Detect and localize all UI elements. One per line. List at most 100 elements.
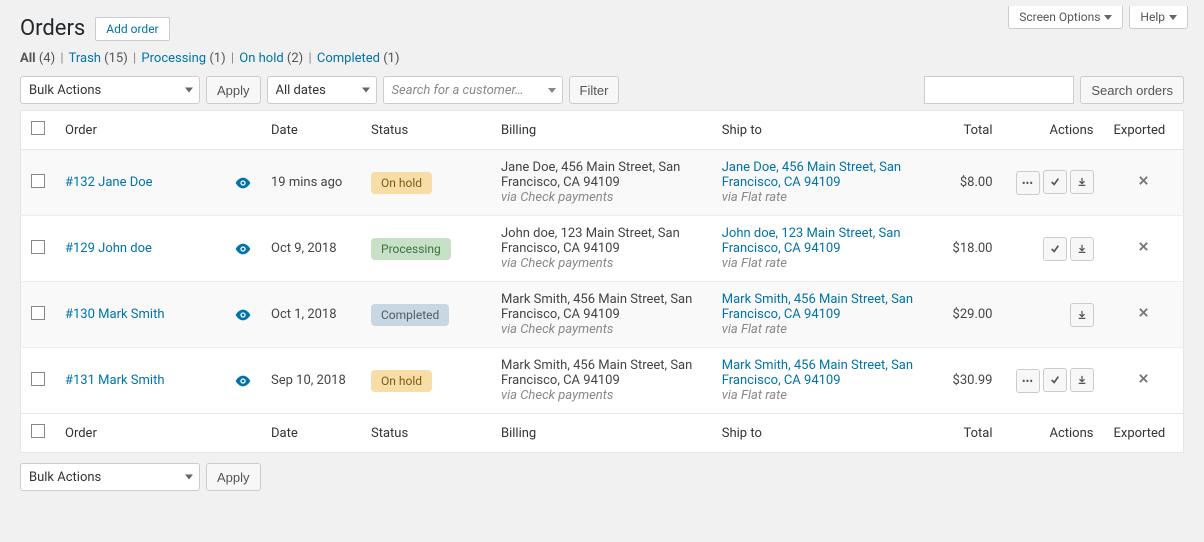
bulk-actions-select-bottom[interactable]: Bulk Actions <box>20 463 200 491</box>
select-all-checkbox-foot[interactable] <box>31 424 45 438</box>
table-row: #130 Mark Smith Oct 1, 2018 Completed Mark … <box>21 282 1184 348</box>
status-filters: All (4) | Trash (15) | Processing (1) | … <box>20 51 1184 66</box>
download-button[interactable] <box>1070 303 1094 327</box>
download-button[interactable] <box>1070 368 1094 392</box>
not-exported-icon <box>1138 373 1149 388</box>
apply-button-top[interactable]: Apply <box>206 76 261 104</box>
filter-processing[interactable]: Processing <box>141 51 206 66</box>
bulk-actions-label-bottom: Bulk Actions <box>29 470 101 485</box>
not-exported-icon <box>1138 307 1149 322</box>
filter-all-label[interactable]: All <box>20 51 36 66</box>
col-shipto-foot: Ship to <box>712 414 933 453</box>
col-date[interactable]: Date <box>261 111 361 150</box>
billing-cell: Mark Smith, 456 Main Street, San Francis… <box>491 348 712 414</box>
order-total: $30.99 <box>933 348 1003 414</box>
bulk-actions-label: Bulk Actions <box>29 83 101 98</box>
col-status: Status <box>361 111 491 150</box>
shipto-link[interactable]: Mark Smith, 456 Main Street, San Francis… <box>722 358 913 388</box>
order-date: Oct 1, 2018 <box>261 282 361 348</box>
eye-icon[interactable] <box>235 309 251 321</box>
search-orders-button[interactable]: Search orders <box>1080 76 1184 104</box>
add-order-button[interactable]: Add order <box>95 17 169 41</box>
shipto-link[interactable]: John doe, 123 Main Street, San Francisco… <box>722 226 901 256</box>
caret-down-icon <box>362 88 370 93</box>
help-button[interactable]: Help <box>1129 6 1188 29</box>
eye-icon[interactable] <box>235 177 251 189</box>
more-actions-button[interactable]: ••• <box>1016 369 1040 393</box>
caret-down-icon <box>1104 15 1112 20</box>
col-date-foot[interactable]: Date <box>261 414 361 453</box>
col-order-foot[interactable]: Order <box>55 414 261 453</box>
filter-onhold[interactable]: On hold <box>239 51 283 66</box>
filter-trash[interactable]: Trash <box>69 51 101 66</box>
shipto-cell: Jane Doe, 456 Main Street, San Francisco… <box>712 150 933 216</box>
page-title: Orders <box>20 16 85 41</box>
apply-button-bottom[interactable]: Apply <box>206 463 261 491</box>
status-badge: Processing <box>371 238 451 260</box>
caret-down-icon <box>185 88 193 93</box>
customer-search-placeholder: Search for a customer… <box>392 83 524 98</box>
status-badge: On hold <box>371 370 432 392</box>
not-exported-icon <box>1138 241 1149 256</box>
order-link[interactable]: #131 Mark Smith <box>65 373 164 388</box>
order-date: Sep 10, 2018 <box>261 348 361 414</box>
status-badge: Completed <box>371 304 449 326</box>
select-all-checkbox[interactable] <box>31 121 45 135</box>
shipto-cell: John doe, 123 Main Street, San Francisco… <box>712 216 933 282</box>
orders-search-input[interactable] <box>924 76 1074 104</box>
shipto-link[interactable]: Jane Doe, 456 Main Street, San Francisco… <box>722 160 901 190</box>
col-total[interactable]: Total <box>933 111 1003 150</box>
download-button[interactable] <box>1070 237 1094 261</box>
eye-icon[interactable] <box>235 243 251 255</box>
bulk-actions-select[interactable]: Bulk Actions <box>20 76 200 104</box>
complete-order-button[interactable] <box>1043 368 1067 392</box>
col-status-foot: Status <box>361 414 491 453</box>
status-badge: On hold <box>371 172 432 194</box>
table-row: #132 Jane Doe 19 mins ago On hold Jane Doe,… <box>21 150 1184 216</box>
customer-search-select[interactable]: Search for a customer… <box>383 76 563 104</box>
help-label: Help <box>1140 10 1165 24</box>
billing-cell: John doe, 123 Main Street, San Francisco… <box>491 216 712 282</box>
billing-cell: Jane Doe, 456 Main Street, San Francisco… <box>491 150 712 216</box>
date-filter-label: All dates <box>276 83 326 98</box>
col-actions-foot: Actions <box>1003 414 1104 453</box>
col-total-foot[interactable]: Total <box>933 414 1003 453</box>
date-filter-select[interactable]: All dates <box>267 76 377 104</box>
col-exported: Exported <box>1104 111 1184 150</box>
filter-all-count: (4) <box>39 51 55 66</box>
screen-options-button[interactable]: Screen Options <box>1008 6 1123 29</box>
complete-order-button[interactable] <box>1043 170 1067 194</box>
more-actions-button[interactable]: ••• <box>1016 171 1040 195</box>
screen-options-label: Screen Options <box>1019 10 1100 24</box>
order-total: $29.00 <box>933 282 1003 348</box>
col-order[interactable]: Order <box>55 111 261 150</box>
order-link[interactable]: #129 John doe <box>65 241 152 256</box>
shipto-link[interactable]: Mark Smith, 456 Main Street, San Francis… <box>722 292 913 322</box>
col-actions: Actions <box>1003 111 1104 150</box>
shipto-cell: Mark Smith, 456 Main Street, San Francis… <box>712 282 933 348</box>
filter-button[interactable]: Filter <box>569 76 620 104</box>
col-billing: Billing <box>491 111 712 150</box>
row-checkbox[interactable] <box>31 372 45 386</box>
caret-down-icon <box>548 88 556 93</box>
row-checkbox[interactable] <box>31 240 45 254</box>
row-checkbox[interactable] <box>31 174 45 188</box>
order-total: $18.00 <box>933 216 1003 282</box>
orders-table: Order Date Status Billing Ship to Total … <box>20 110 1184 453</box>
caret-down-icon <box>185 475 193 480</box>
not-exported-icon <box>1138 175 1149 190</box>
download-button[interactable] <box>1070 170 1094 194</box>
caret-down-icon <box>1169 15 1177 20</box>
order-date: 19 mins ago <box>261 150 361 216</box>
billing-cell: Mark Smith, 456 Main Street, San Francis… <box>491 282 712 348</box>
order-link[interactable]: #130 Mark Smith <box>65 307 164 322</box>
table-row: #131 Mark Smith Sep 10, 2018 On hold Mark S… <box>21 348 1184 414</box>
order-link[interactable]: #132 Jane Doe <box>65 175 153 190</box>
row-checkbox[interactable] <box>31 306 45 320</box>
eye-icon[interactable] <box>235 375 251 387</box>
table-row: #129 John doeOct 9, 2018ProcessingJohn d… <box>21 216 1184 282</box>
filter-completed[interactable]: Completed <box>317 51 380 66</box>
complete-order-button[interactable] <box>1043 237 1067 261</box>
col-exported-foot: Exported <box>1104 414 1184 453</box>
order-total: $8.00 <box>933 150 1003 216</box>
